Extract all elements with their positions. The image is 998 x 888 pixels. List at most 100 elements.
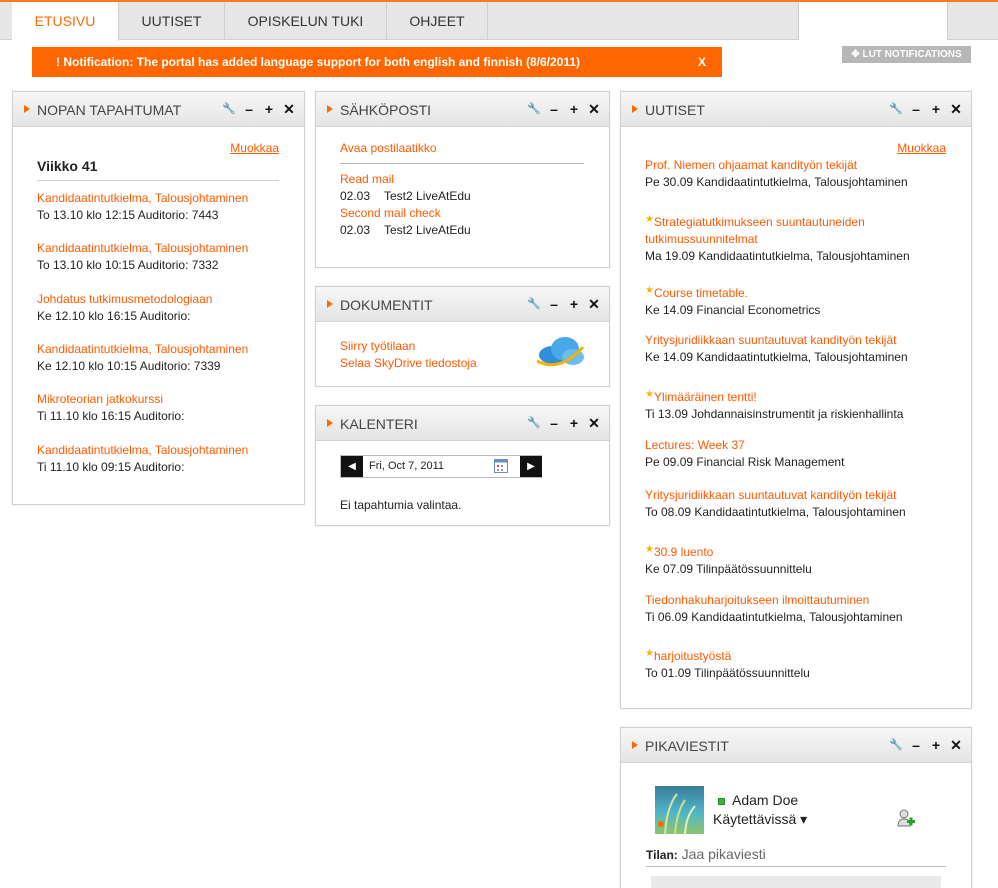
mail-subject-link[interactable]: Second mail check [340, 206, 441, 220]
tab-opiskelun-tuki[interactable]: OPISKELUN TUKI [225, 2, 387, 40]
panel-dokumentit: DOKUMENTIT 🔧 – + ✕ Siirry työtilaan Sela… [315, 286, 610, 387]
tab-ohjeet[interactable]: OHJEET [387, 2, 488, 40]
close-icon[interactable]: ✕ [587, 296, 601, 312]
panel-title: DOKUMENTIT [340, 297, 433, 313]
user-name: Adam Doe [732, 792, 799, 808]
tab-uutiset[interactable]: UUTISET [119, 2, 225, 40]
news-info: Ti 06.09 Kandidaatintutkielma, Talousjoh… [645, 610, 903, 624]
collapse-arrow-icon[interactable] [327, 300, 333, 308]
expand-icon[interactable]: + [567, 415, 581, 431]
calendar-icon[interactable] [494, 459, 508, 473]
news-title-link[interactable]: harjoitustyöstä [654, 649, 731, 663]
event-item: Mikroteorian jatkokurssi Ti 11.10 klo 16:… [37, 391, 297, 425]
expand-icon[interactable]: + [567, 101, 581, 117]
news-info: Ke 14.09 Financial Econometrics [645, 303, 821, 317]
date-picker: ◀ Fri, Oct 7, 2011 ▶ [340, 455, 542, 478]
close-icon[interactable]: ✕ [949, 101, 963, 117]
panel-title: NOPAN TAPAHTUMAT [37, 102, 182, 118]
panel-tools: 🔧 – + ✕ [889, 101, 963, 117]
collapse-arrow-icon[interactable] [632, 105, 638, 113]
collapse-arrow-icon[interactable] [632, 741, 638, 749]
news-title-link[interactable]: Course timetable. [654, 286, 748, 300]
message-area[interactable] [651, 876, 941, 888]
panel-tools: 🔧 – + ✕ [222, 101, 296, 117]
workspace-link[interactable]: Siirry työtilaan [340, 339, 415, 353]
close-icon[interactable]: ✕ [587, 101, 601, 117]
panel-tools: 🔧 – + ✕ [527, 296, 601, 312]
expand-icon[interactable]: + [262, 101, 276, 117]
star-icon: ★ [645, 285, 654, 296]
news-item: ★30.9 luento Ke 07.09 Tilinpäätössuunnitt… [645, 541, 950, 578]
news-title-link[interactable]: Strategiatutkimukseen suuntautuneiden tu… [645, 215, 865, 246]
collapse-arrow-icon[interactable] [24, 105, 30, 113]
event-title-link[interactable]: Kandidaatintutkielma, Talousjohtaminen [37, 240, 297, 257]
lut-notifications-button[interactable]: ✥ LUT NOTIFICATIONS [842, 46, 971, 63]
wrench-icon[interactable]: 🔧 [527, 415, 541, 431]
news-item: Yritysjuridiikkaan suuntautuvat kandityö… [645, 487, 950, 521]
notification-close-button[interactable]: X [698, 55, 706, 69]
status-dropdown[interactable]: Käytettävissä ▾ [713, 811, 807, 828]
event-title-link[interactable]: Kandidaatintutkielma, Talousjohtaminen [37, 190, 297, 207]
edit-link[interactable]: Muokkaa [230, 141, 279, 155]
event-title-link[interactable]: Mikroteorian jatkokurssi [37, 391, 297, 408]
skydrive-link[interactable]: Selaa SkyDrive tiedostoja [340, 356, 477, 370]
collapse-arrow-icon[interactable] [327, 419, 333, 427]
panel-header: KALENTERI 🔧 – + ✕ [316, 406, 609, 441]
minimize-icon[interactable]: – [909, 101, 923, 117]
panel-title: PIKAVIESTIT [645, 738, 729, 754]
divider [340, 163, 584, 164]
wrench-icon[interactable]: 🔧 [889, 737, 903, 753]
event-info: Ti 11.10 klo 09:15 Auditorio: [37, 460, 185, 474]
minimize-icon[interactable]: – [547, 101, 561, 117]
news-title-link[interactable]: Prof. Niemen ohjaamat kandityön tekijät [645, 157, 950, 174]
news-info: Pe 09.09 Financial Risk Management [645, 455, 845, 469]
next-day-button[interactable]: ▶ [520, 456, 542, 477]
minimize-icon[interactable]: – [547, 415, 561, 431]
news-title-link[interactable]: Tiedonhakuharjoitukseen ilmoittautuminen [645, 592, 950, 609]
wrench-icon[interactable]: 🔧 [527, 101, 541, 117]
minimize-icon[interactable]: – [242, 101, 256, 117]
notification-bar: ! Notification: The portal has added lan… [32, 47, 722, 77]
panel-sahkoposti: SÄHKÖPOSTI 🔧 – + ✕ Avaa postilaatikko Re… [315, 91, 610, 268]
mail-sender: Test2 LiveAtEdu [384, 189, 471, 203]
week-heading: Viikko 41 [37, 158, 279, 181]
wrench-icon[interactable]: 🔧 [527, 296, 541, 312]
main-nav: ETUSIVU UUTISET OPISKELUN TUKI OHJEET [0, 2, 998, 41]
panel-title: UUTISET [645, 102, 705, 118]
wrench-icon[interactable]: 🔧 [889, 101, 903, 117]
mail-subject-link[interactable]: Read mail [340, 172, 394, 186]
news-title-link[interactable]: Yritysjuridiikkaan suuntautuvat kandityö… [645, 332, 950, 349]
expand-icon[interactable]: + [929, 737, 943, 753]
open-mailbox-link[interactable]: Avaa postilaatikko [340, 141, 437, 155]
event-title-link[interactable]: Johdatus tutkimusmetodologiaan [37, 291, 297, 308]
news-title-link[interactable]: 30.9 luento [654, 545, 713, 559]
tab-etusivu[interactable]: ETUSIVU [12, 2, 119, 41]
prev-day-button[interactable]: ◀ [341, 456, 363, 477]
collapse-arrow-icon[interactable] [327, 105, 333, 113]
add-contact-icon[interactable] [897, 808, 915, 828]
expand-icon[interactable]: + [567, 296, 581, 312]
edit-link[interactable]: Muokkaa [897, 141, 946, 155]
status-message-input[interactable]: Jaa pikaviesti [682, 846, 766, 862]
minimize-icon[interactable]: – [909, 737, 923, 753]
event-title-link[interactable]: Kandidaatintutkielma, Talousjohtaminen [37, 341, 297, 358]
news-item: Tiedonhakuharjoitukseen ilmoittautuminen… [645, 592, 950, 626]
news-info: Ma 19.09 Kandidaatintutkielma, Talousjoh… [645, 249, 910, 263]
mail-date: 02.03 [340, 189, 371, 203]
date-input[interactable]: Fri, Oct 7, 2011 [369, 460, 444, 472]
star-icon: ★ [645, 214, 654, 225]
event-title-link[interactable]: Kandidaatintutkielma, Talousjohtaminen [37, 442, 297, 459]
online-status-icon [718, 798, 725, 805]
expand-icon[interactable]: + [929, 101, 943, 117]
event-item: Kandidaatintutkielma, Talousjohtaminen Ke… [37, 341, 297, 375]
close-icon[interactable]: ✕ [587, 415, 601, 431]
news-title-link[interactable]: Lectures: Week 37 [645, 437, 950, 454]
panel-uutiset: UUTISET 🔧 – + ✕ Muokkaa Prof. Niemen ohj… [620, 91, 972, 709]
news-title-link[interactable]: Yritysjuridiikkaan suuntautuvat kandityö… [645, 487, 950, 504]
close-icon[interactable]: ✕ [949, 737, 963, 753]
minimize-icon[interactable]: – [547, 296, 561, 312]
wrench-icon[interactable]: 🔧 [222, 101, 236, 117]
notification-text: ! Notification: The portal has added lan… [56, 55, 581, 69]
close-icon[interactable]: ✕ [282, 101, 296, 117]
news-title-link[interactable]: Ylimääräinen tentti! [654, 390, 757, 404]
